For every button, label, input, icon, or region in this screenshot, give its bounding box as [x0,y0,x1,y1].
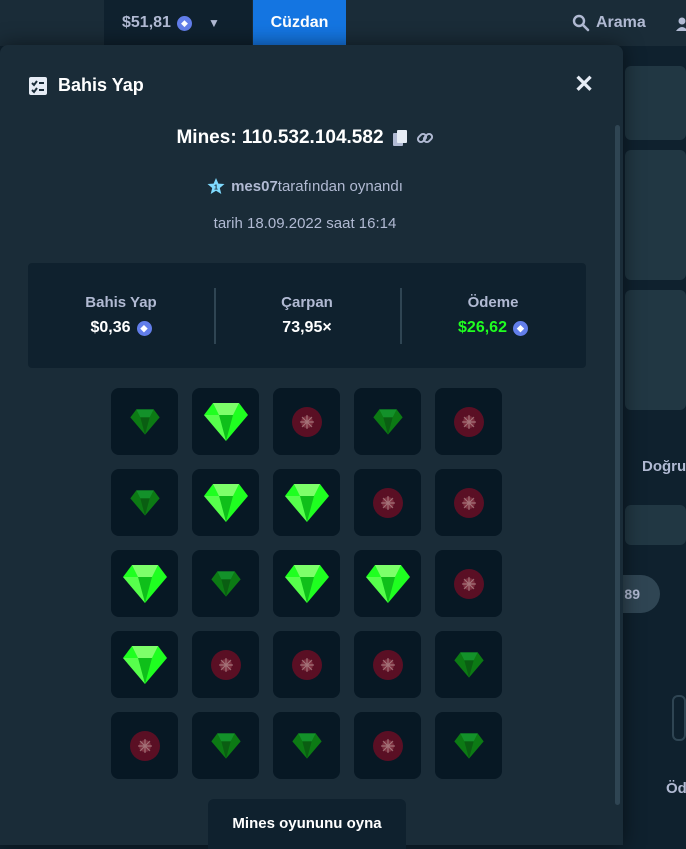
stat-multiplier: Çarpan 73,95× [214,288,400,344]
gem-icon [129,489,161,517]
player-name[interactable]: mes07 [231,178,278,195]
copy-icon[interactable] [392,129,408,147]
gem-icon [453,651,485,679]
game-id-row: Mines: 110.532.104.582 [0,127,610,149]
gem-icon [291,732,323,760]
user-icon[interactable] [676,17,686,31]
ethereum-icon: ◆ [176,15,192,31]
close-button[interactable]: ✕ [574,73,594,97]
gem-icon [210,570,242,598]
tile-mine [192,631,259,698]
bet-slip-icon [29,76,47,95]
tile-gem [192,388,259,455]
mine-icon [372,649,404,681]
wallet-button[interactable]: Cüzdan [253,0,346,46]
tile-gem [273,550,340,617]
bet-stats: Bahis Yap $0,36 ◆ Çarpan 73,95× Ödeme $2… [28,263,586,368]
background-input[interactable] [672,695,686,741]
gem-icon [284,482,330,524]
stat-label: Çarpan [281,294,333,311]
top-bar: $51,81 ◆ ▼ Cüzdan Arama [0,0,686,46]
gem-icon [372,408,404,436]
gem-icon [203,401,249,443]
stat-value: $26,62 [458,319,507,336]
tile-gem-unrevealed [273,712,340,779]
search-icon [572,14,590,32]
background-label: Doğru [642,458,686,475]
bet-date: tarih 18.09.2022 saat 16:14 [213,215,397,232]
background-tile [625,290,686,410]
mine-icon [129,730,161,762]
link-icon[interactable] [416,129,434,147]
svg-text:1: 1 [214,185,218,192]
ethereum-icon: ◆ [512,320,528,336]
tile-gem [111,631,178,698]
tile-gem [354,550,421,617]
gem-icon [203,482,249,524]
balance-selector[interactable]: $51,81 ◆ ▼ [104,0,252,46]
tile-mine [273,388,340,455]
tile-mine [435,550,502,617]
chevron-down-icon: ▼ [207,16,220,30]
tile-gem-unrevealed [435,631,502,698]
tile-gem [192,469,259,536]
gem-icon [284,563,330,605]
background-label: Öd [666,780,686,797]
tile-gem-unrevealed [111,388,178,455]
search-button[interactable]: Arama [572,0,646,46]
tile-mine [111,712,178,779]
gem-icon [365,563,411,605]
search-label: Arama [596,14,646,31]
tile-gem [111,550,178,617]
mine-icon [372,730,404,762]
background-tile [625,505,686,545]
tile-gem-unrevealed [111,469,178,536]
tile-mine [354,631,421,698]
mine-icon [372,487,404,519]
tile-gem-unrevealed [354,388,421,455]
vip-star-icon: 1 [207,178,225,194]
tile-mine [435,469,502,536]
gem-icon [122,563,168,605]
played-by-text: tarafından oynandı [277,177,403,195]
stat-label: Bahis Yap [85,294,157,311]
mine-icon [291,649,323,681]
mine-icon [453,406,485,438]
modal-title: Bahis Yap [58,75,144,95]
gem-icon [453,732,485,760]
gem-icon [210,732,242,760]
mine-icon [453,487,485,519]
stat-label: Ödeme [467,294,519,311]
tile-mine [354,712,421,779]
balance-amount: $51,81 [122,14,171,31]
stat-payout: Ödeme $26,62 ◆ [400,288,586,344]
stat-value: 73,95× [282,319,332,336]
bet-modal: Bahis Yap ✕ Mines: 110.532.104.582 1 mes… [0,45,623,849]
stat-value: $0,36 [90,319,131,336]
mines-board [111,388,503,779]
tile-mine [273,631,340,698]
ethereum-icon: ◆ [136,320,152,336]
stat-bet: Bahis Yap $0,36 ◆ [28,294,214,337]
tile-mine [354,469,421,536]
tile-gem-unrevealed [192,712,259,779]
tile-gem [273,469,340,536]
modal-scrollbar[interactable] [615,125,620,805]
played-by-row: 1 mes07tarafından oynandı [0,177,610,195]
play-mines-button[interactable]: Mines oyununu oyna [208,799,406,849]
mine-icon [210,649,242,681]
tile-gem-unrevealed [435,712,502,779]
mine-icon [291,406,323,438]
background-tile [625,150,686,280]
gem-icon [122,644,168,686]
mine-icon [453,568,485,600]
background-tile [625,66,686,140]
tile-mine [435,388,502,455]
game-id: Mines: 110.532.104.582 [176,127,384,148]
gem-icon [129,408,161,436]
tile-gem-unrevealed [192,550,259,617]
modal-header: Bahis Yap [28,75,144,96]
